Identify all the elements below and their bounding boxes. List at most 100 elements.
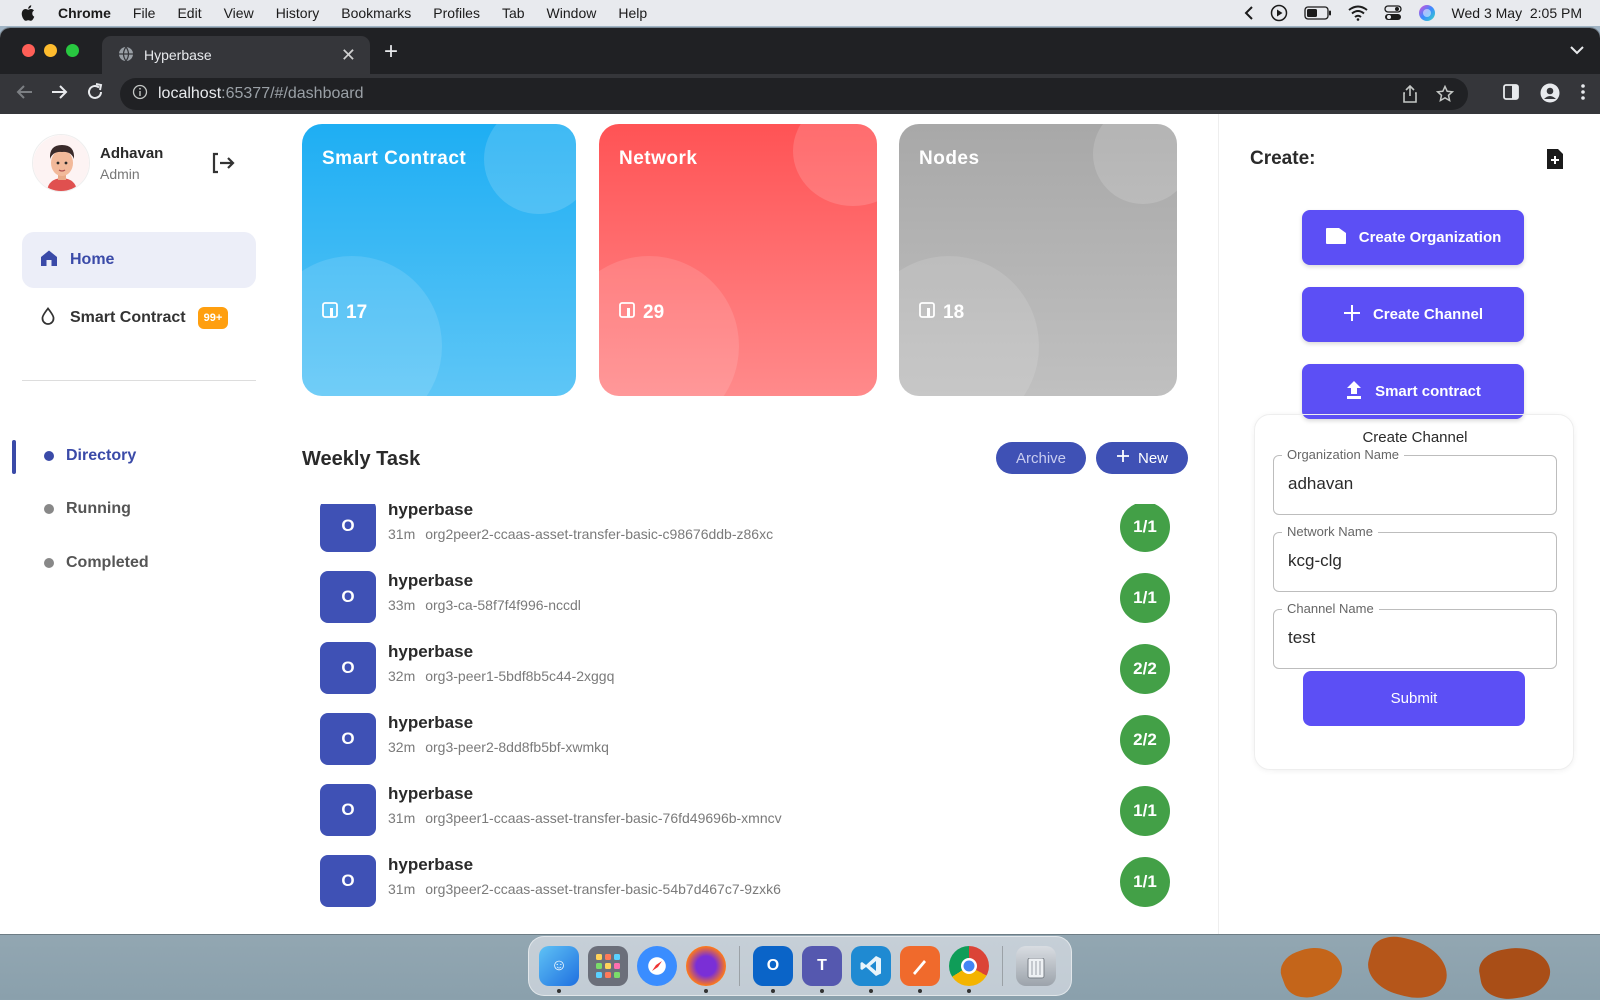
building-icon xyxy=(919,302,935,324)
macos-menubar: Chrome File Edit View History Bookmarks … xyxy=(0,0,1600,26)
task-row[interactable]: O hyperbase 31m org2peer2-ccaas-asset-tra… xyxy=(302,504,1182,556)
field-label: Channel Name xyxy=(1282,601,1379,616)
create-channel-label: Create Channel xyxy=(1372,306,1484,323)
siri-icon[interactable] xyxy=(1418,4,1436,22)
firefox-icon[interactable] xyxy=(686,946,726,993)
task-id: org3-peer1-5bdf8b5c44-2xggq xyxy=(425,668,615,684)
task-row[interactable]: O hyperbase 32m org3-peer2-8dd8fb5bf-xwmk… xyxy=(302,709,1182,769)
create-title: Create: xyxy=(1250,148,1316,169)
task-row[interactable]: O hyperbase 31m org3peer1-ccaas-asset-tra… xyxy=(302,780,1182,840)
nav-home-label: Home xyxy=(70,251,115,268)
browser-tab[interactable]: Hyperbase ✕ xyxy=(102,36,370,74)
task-row[interactable]: O hyperbase 31m org3peer2-ccaas-asset-tra… xyxy=(302,851,1182,911)
url-input[interactable]: localhost :65377/#/dashboard xyxy=(120,78,1468,110)
finder-icon[interactable]: ☺ xyxy=(539,946,579,993)
wifi-icon[interactable] xyxy=(1347,5,1368,21)
avatar[interactable] xyxy=(32,134,90,192)
new-task-button[interactable]: New xyxy=(1096,442,1188,474)
menu-window[interactable]: Window xyxy=(547,5,597,21)
desktop-wallpaper-leaf xyxy=(1275,939,1349,1000)
user-name: Adhavan xyxy=(100,144,164,162)
zoom-window-button[interactable] xyxy=(66,44,79,57)
nodes-card[interactable]: Nodes 18 xyxy=(899,124,1177,396)
archive-button[interactable]: Archive xyxy=(996,442,1086,474)
control-center-icon[interactable] xyxy=(1383,5,1402,21)
chevron-down-icon[interactable] xyxy=(1570,42,1584,60)
dir-item-completed[interactable]: Completed xyxy=(44,554,149,572)
reload-icon[interactable] xyxy=(86,83,104,106)
close-tab-icon[interactable]: ✕ xyxy=(341,45,356,66)
task-name: hyperbase xyxy=(388,571,474,590)
smart-contract-button[interactable]: Smart contract xyxy=(1302,364,1524,419)
card-count-value: 17 xyxy=(346,302,368,323)
task-detail: 31m org3peer2-ccaas-asset-transfer-basic-… xyxy=(388,881,781,897)
task-avatar: O xyxy=(320,784,376,836)
channel-name-field[interactable]: Channel Name test xyxy=(1273,601,1557,669)
play-circle-icon[interactable] xyxy=(1270,4,1288,22)
bullet-icon xyxy=(44,451,54,461)
new-tab-icon[interactable]: + xyxy=(384,38,398,66)
apple-icon[interactable] xyxy=(20,4,38,22)
launchpad-icon[interactable] xyxy=(588,946,628,986)
field-label: Organization Name xyxy=(1282,447,1404,462)
menu-app-name[interactable]: Chrome xyxy=(58,5,111,21)
menu-file[interactable]: File xyxy=(133,5,156,21)
task-id: org3peer2-ccaas-asset-transfer-basic-54b… xyxy=(425,881,781,897)
plus-icon xyxy=(1116,449,1130,467)
smart-contract-card[interactable]: Smart Contract 17 xyxy=(302,124,576,396)
network-name-field[interactable]: Network Name kcg-clg xyxy=(1273,524,1557,592)
submit-button[interactable]: Submit xyxy=(1303,671,1525,726)
chevron-left-icon[interactable] xyxy=(1244,6,1254,20)
nav-item-smart-contract[interactable]: Smart Contract 99+ xyxy=(22,290,256,346)
profile-icon[interactable] xyxy=(1540,83,1560,108)
task-detail: 32m org3-peer2-8dd8fb5bf-xwmkq xyxy=(388,739,609,755)
drop-icon xyxy=(40,306,56,330)
menu-profiles[interactable]: Profiles xyxy=(433,5,480,21)
desktop-wallpaper-leaf xyxy=(1362,930,1454,1000)
outlook-icon[interactable]: O xyxy=(753,946,793,993)
dir-item-running[interactable]: Running xyxy=(44,500,131,518)
task-row[interactable]: O hyperbase 33m org3-ca-58f7f4f996-nccdl … xyxy=(302,567,1182,627)
menu-bookmarks[interactable]: Bookmarks xyxy=(341,5,411,21)
info-icon[interactable] xyxy=(132,84,148,105)
battery-icon[interactable] xyxy=(1303,6,1332,20)
building-icon xyxy=(619,302,635,324)
create-channel-button[interactable]: Create Channel xyxy=(1302,287,1524,342)
card-count: 29 xyxy=(619,302,664,324)
nav-item-home[interactable]: Home xyxy=(22,232,256,288)
dir-completed-label: Completed xyxy=(66,554,149,571)
teams-icon[interactable]: T xyxy=(802,946,842,993)
menu-tab[interactable]: Tab xyxy=(502,5,525,21)
desktop-wallpaper-leaf xyxy=(1476,942,1554,1000)
postman-icon[interactable] xyxy=(900,946,940,993)
minimize-window-button[interactable] xyxy=(44,44,57,57)
chrome-icon[interactable] xyxy=(949,946,989,993)
create-organization-button[interactable]: Create Organization xyxy=(1302,210,1524,265)
task-row[interactable]: O hyperbase 32m org3-peer1-5bdf8b5c44-2xg… xyxy=(302,638,1182,698)
side-panel-icon[interactable] xyxy=(1502,83,1520,108)
dir-item-directory[interactable]: Directory xyxy=(44,447,136,465)
new-document-icon[interactable] xyxy=(1546,148,1564,175)
field-value: test xyxy=(1288,628,1316,647)
back-icon[interactable] xyxy=(16,83,34,106)
vscode-icon[interactable] xyxy=(851,946,891,993)
organization-name-field[interactable]: Organization Name adhavan xyxy=(1273,447,1557,515)
menu-edit[interactable]: Edit xyxy=(177,5,201,21)
network-card[interactable]: Network 29 xyxy=(599,124,877,396)
logout-icon[interactable] xyxy=(212,152,236,179)
more-menu-icon[interactable] xyxy=(1580,83,1586,108)
weekly-task-title: Weekly Task xyxy=(302,448,421,470)
menubar-datetime[interactable]: Wed 3 May 2:05 PM xyxy=(1452,5,1582,21)
menu-view[interactable]: View xyxy=(224,5,254,21)
panel-divider xyxy=(1218,114,1219,934)
forward-icon[interactable] xyxy=(50,83,68,106)
menu-help[interactable]: Help xyxy=(618,5,647,21)
task-list[interactable]: O hyperbase 31m org2peer2-ccaas-asset-tra… xyxy=(302,504,1182,934)
safari-icon[interactable] xyxy=(637,946,677,986)
bookmark-star-icon[interactable] xyxy=(1435,84,1455,108)
close-window-button[interactable] xyxy=(22,44,35,57)
menu-history[interactable]: History xyxy=(276,5,320,21)
share-icon[interactable] xyxy=(1402,84,1418,108)
trash-icon[interactable] xyxy=(1016,946,1056,986)
task-age: 31m xyxy=(388,526,416,542)
